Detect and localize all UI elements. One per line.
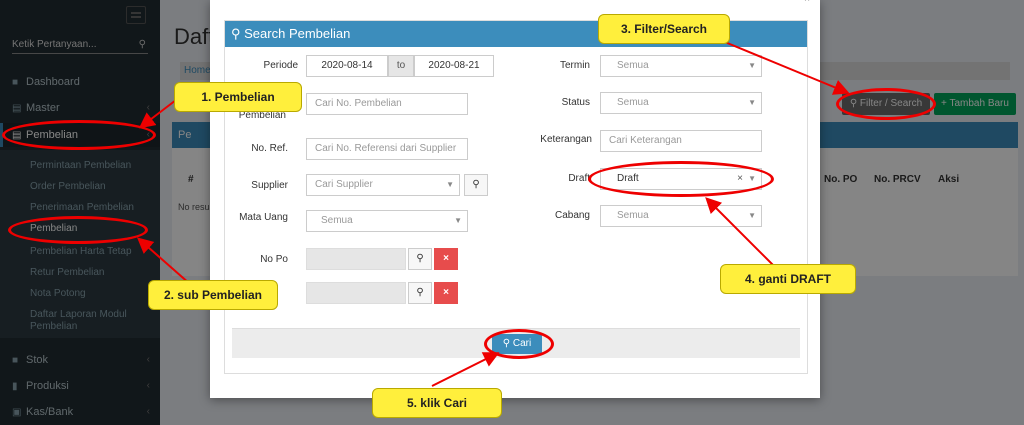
callout-klik-cari: 5. klik Cari — [372, 388, 502, 418]
arrow-4 — [705, 197, 779, 271]
callout-sub-pembelian: 2. sub Pembelian — [148, 280, 278, 310]
callout-filter-search: 3. Filter/Search — [598, 14, 730, 44]
annotation-arrows — [136, 39, 850, 387]
arrow-3 — [719, 39, 850, 95]
arrow-5 — [431, 352, 500, 387]
callout-ganti-draft: 4. ganti DRAFT — [720, 264, 856, 294]
arrow-1 — [138, 99, 177, 129]
callout-pembelian: 1. Pembelian — [174, 82, 302, 112]
arrow-2 — [136, 237, 191, 285]
